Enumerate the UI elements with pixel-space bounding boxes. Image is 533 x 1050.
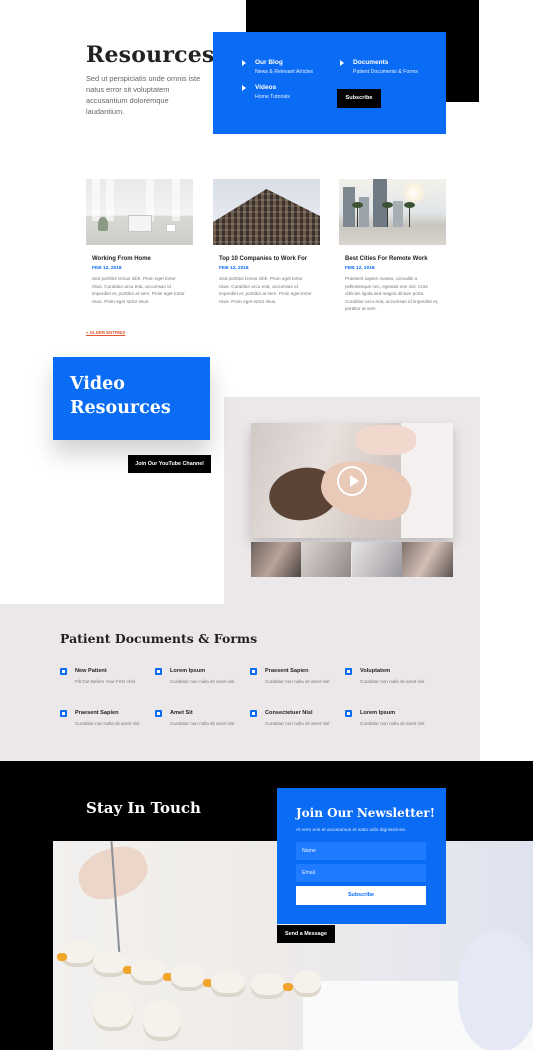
blog-card[interactable]: Top 10 Companies to Work For FEB 12, 201… <box>213 179 320 305</box>
caret-right-icon <box>242 85 246 91</box>
page-title: Resources <box>86 42 215 68</box>
document-description: Curabitur non nulla sit amet nisl <box>170 721 235 726</box>
nav-item-documents[interactable]: Documents Patient Documents & Forms <box>340 59 418 75</box>
video-section-title: Video Resources <box>70 372 171 420</box>
document-description: Curabitur non nulla sit amet nisl <box>75 721 140 726</box>
resources-nav-panel: Our Blog News & Relevant Articles Videos… <box>213 32 446 134</box>
resources-description: Sed ut perspiciatis unde omnis iste natu… <box>86 74 201 116</box>
document-description: Curabitur non nulla sit amet nisl <box>360 679 425 684</box>
email-field[interactable] <box>296 864 426 882</box>
blog-image-building[interactable] <box>213 179 320 245</box>
document-description: Curabitur non nulla sit amet nisl <box>170 679 235 684</box>
nav-item-subtitle: Patient Documents & Forms <box>353 69 418 75</box>
contact-section-title: Stay In Touch <box>86 799 201 817</box>
blog-post-title[interactable]: Best Cities For Remote Work <box>345 256 440 262</box>
document-description: Curabitur non nulla sit amet nisl <box>360 721 425 726</box>
document-title[interactable]: Praesent Sapien <box>265 668 309 674</box>
document-icon <box>250 710 257 717</box>
document-description: Fill Out Before Your First Visit <box>75 679 135 684</box>
name-field[interactable] <box>296 842 426 860</box>
nav-item-title: Our Blog <box>255 59 283 66</box>
document-title[interactable]: Lorem Ipsum <box>170 668 205 674</box>
blog-image-city[interactable] <box>339 179 446 245</box>
document-description: Curabitur non nulla sit amet nisl <box>265 679 330 684</box>
document-icon <box>60 710 67 717</box>
nav-item-subtitle: News & Relevant Articles <box>255 69 313 75</box>
blog-post-excerpt: Sed porttitor lectus nibh. Proin eget to… <box>92 276 185 304</box>
video-thumbnail[interactable] <box>251 542 301 577</box>
document-title[interactable]: Praesent Sapien <box>75 710 119 716</box>
document-description: Curabitur non nulla sit amet nisl <box>265 721 330 726</box>
video-thumbnail[interactable] <box>352 542 402 577</box>
nav-item-subtitle: Home Tutorials <box>255 94 290 100</box>
document-icon <box>155 668 162 675</box>
blog-post-title[interactable]: Top 10 Companies to Work For <box>219 256 314 262</box>
document-icon <box>345 668 352 675</box>
video-title-line: Resources <box>70 398 171 418</box>
document-icon <box>60 668 67 675</box>
document-title[interactable]: Amet Sit <box>170 710 193 716</box>
document-icon <box>250 668 257 675</box>
document-icon <box>155 710 162 717</box>
caret-right-icon <box>340 60 344 66</box>
subscribe-button[interactable]: Subscribe <box>337 89 381 108</box>
blog-post-date: FEB 12, 2018 <box>345 266 375 271</box>
document-title[interactable]: New Patient <box>75 668 107 674</box>
blog-post-excerpt: Praesent sapien massa, convallis a pelle… <box>345 276 439 312</box>
play-icon[interactable] <box>337 466 367 496</box>
blog-post-date: FEB 12, 2018 <box>92 266 122 271</box>
send-message-button[interactable]: Send a Message <box>277 925 335 943</box>
newsletter-title: Join Our Newsletter! <box>296 806 436 820</box>
document-title[interactable]: Voluptatem <box>360 668 390 674</box>
nav-item-videos[interactable]: Videos Home Tutorials <box>242 84 290 100</box>
video-thumbnail[interactable] <box>301 542 351 577</box>
nav-item-our-blog[interactable]: Our Blog News & Relevant Articles <box>242 59 313 75</box>
older-entries-link[interactable]: « OLDER ENTRIES <box>86 330 125 335</box>
documents-section-title: Patient Documents & Forms <box>60 631 258 646</box>
newsletter-subscribe-button[interactable]: Subscribe <box>296 886 426 905</box>
newsletter-subtitle: At vero eos et accusamus et iusto odio d… <box>296 828 407 833</box>
youtube-channel-button[interactable]: Join Our YouTube Channel <box>128 455 211 473</box>
blog-image-desk[interactable] <box>86 179 193 245</box>
caret-right-icon <box>242 60 246 66</box>
document-title[interactable]: Consectetuer Nisl <box>265 710 313 716</box>
blog-post-date: FEB 12, 2018 <box>219 266 249 271</box>
blog-post-excerpt: Sed porttitor lectus nibh. Proin eget to… <box>219 276 312 304</box>
nav-item-title: Videos <box>255 84 277 91</box>
video-thumbnail[interactable] <box>402 542 453 577</box>
blog-card[interactable]: Working From Home FEB 12, 2018 Sed portt… <box>86 179 193 305</box>
document-icon <box>345 710 352 717</box>
video-title-line: Video <box>70 374 125 394</box>
blog-card[interactable]: Best Cities For Remote Work FEB 12, 2018… <box>339 179 446 313</box>
blog-post-title[interactable]: Working From Home <box>92 256 187 262</box>
document-title[interactable]: Lorem Ipsum <box>360 710 395 716</box>
nav-item-title: Documents <box>353 59 389 66</box>
